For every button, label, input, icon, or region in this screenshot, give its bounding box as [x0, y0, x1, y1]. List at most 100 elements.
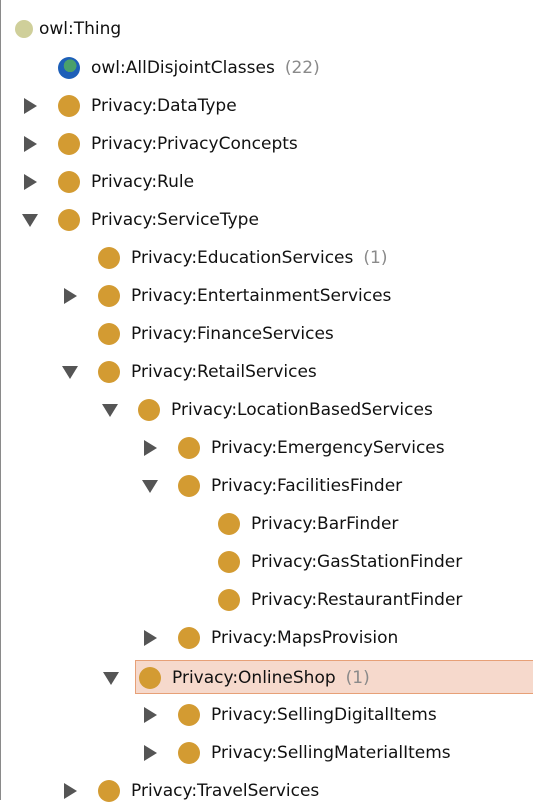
class-name: Privacy:MapsProvision	[211, 628, 399, 648]
expand-triangle-icon[interactable]	[144, 707, 157, 723]
class-name: Privacy:SellingMaterialItems	[211, 743, 451, 763]
class-name: Privacy:RetailServices	[131, 362, 317, 382]
expand-triangle-icon[interactable]	[24, 136, 37, 152]
collapse-triangle-icon[interactable]	[62, 366, 78, 379]
tree-node-privacy-emergencyservices[interactable]: Privacy:EmergencyServices	[1, 431, 533, 465]
tree-node-label: Privacy:EducationServices (1)	[131, 248, 387, 268]
tree-node-privacy-restaurantfinder[interactable]: Privacy:RestaurantFinder	[1, 583, 533, 617]
tree-node-label: Privacy:GasStationFinder	[251, 552, 462, 572]
class-circle-icon	[58, 95, 80, 117]
instance-count: (1)	[363, 248, 388, 268]
tree-node-privacy-sellingmaterialitems[interactable]: Privacy:SellingMaterialItems	[1, 736, 533, 770]
class-name: Privacy:DataType	[91, 96, 237, 116]
tree-node-label: Privacy:SellingMaterialItems	[211, 743, 451, 763]
tree-node-privacy-rule[interactable]: Privacy:Rule	[1, 165, 533, 199]
class-name: Privacy:TravelServices	[131, 781, 320, 801]
class-circle-icon	[98, 361, 120, 383]
tree-node-label: Privacy:FacilitiesFinder	[211, 476, 402, 496]
class-name: Privacy:ServiceType	[91, 210, 259, 230]
class-name: Privacy:BarFinder	[251, 514, 399, 534]
expand-triangle-icon[interactable]	[64, 288, 77, 304]
collapse-triangle-icon[interactable]	[102, 404, 118, 417]
tree-node-privacy-educationservices[interactable]: Privacy:EducationServices (1)	[1, 241, 533, 275]
class-name: Privacy:EntertainmentServices	[131, 286, 392, 306]
class-name: Privacy:OnlineShop	[172, 668, 336, 688]
tree-node-privacy-retailservices[interactable]: Privacy:RetailServices	[1, 355, 533, 389]
tree-node-label: Privacy:BarFinder	[251, 514, 398, 534]
class-name: Privacy:SellingDigitalItems	[211, 705, 437, 725]
class-circle-icon	[58, 171, 80, 193]
tree-node-label: Privacy:RestaurantFinder	[251, 590, 462, 610]
globe-icon	[58, 57, 80, 79]
class-name: Privacy:FinanceServices	[131, 324, 334, 344]
class-hierarchy-tree: owl:Thing owl:AllDisjointClasses (22) Priva…	[0, 0, 533, 802]
tree-node-privacy-gasstationfinder[interactable]: Privacy:GasStationFinder	[1, 545, 533, 579]
class-circle-icon	[98, 285, 120, 307]
tree-node-label: Privacy:LocationBasedServices	[171, 400, 433, 420]
class-circle-icon	[15, 20, 33, 38]
tree-node-owl-alldisjointclasses[interactable]: owl:AllDisjointClasses (22)	[1, 51, 533, 85]
class-circle-icon	[98, 780, 120, 802]
expand-triangle-icon[interactable]	[144, 440, 157, 456]
class-circle-icon	[58, 209, 80, 231]
class-circle-icon	[178, 742, 200, 764]
tree-node-label: Privacy:EntertainmentServices	[131, 286, 391, 306]
class-name: Privacy:PrivacyConcepts	[91, 134, 298, 154]
tree-node-privacy-sellingdigitalitems[interactable]: Privacy:SellingDigitalItems	[1, 698, 533, 732]
tree-node-privacy-entertainmentservices[interactable]: Privacy:EntertainmentServices	[1, 279, 533, 313]
class-name: Privacy:EmergencyServices	[211, 438, 445, 458]
instance-count: (1)	[345, 668, 370, 688]
collapse-triangle-icon[interactable]	[142, 480, 158, 493]
class-circle-icon	[98, 323, 120, 345]
tree-node-privacy-barfinder[interactable]: Privacy:BarFinder	[1, 507, 533, 541]
tree-node-label: Privacy:ServiceType	[91, 210, 259, 230]
class-name: owl:Thing	[39, 19, 122, 39]
tree-node-label: Privacy:RetailServices	[131, 362, 317, 382]
class-circle-icon	[178, 704, 200, 726]
tree-node-privacy-mapsprovision[interactable]: Privacy:MapsProvision	[1, 621, 533, 655]
class-name: Privacy:Rule	[91, 172, 195, 192]
expand-triangle-icon[interactable]	[24, 174, 37, 190]
tree-node-privacy-servicetype[interactable]: Privacy:ServiceType	[1, 203, 533, 237]
tree-node-label: Privacy:EmergencyServices	[211, 438, 445, 458]
tree-node-label: Privacy:TravelServices	[131, 781, 319, 801]
expand-triangle-icon[interactable]	[64, 783, 77, 799]
tree-node-privacy-financeservices[interactable]: Privacy:FinanceServices	[1, 317, 533, 351]
class-circle-icon	[98, 247, 120, 269]
tree-node-privacy-locationbasedservices[interactable]: Privacy:LocationBasedServices	[1, 393, 533, 427]
class-circle-icon	[178, 475, 200, 497]
instance-count: (22)	[284, 58, 320, 78]
expand-triangle-icon[interactable]	[24, 98, 37, 114]
collapse-triangle-icon[interactable]	[22, 214, 38, 227]
class-circle-icon	[218, 513, 240, 535]
class-circle-icon	[178, 437, 200, 459]
tree-node-privacy-onlineshop[interactable]: Privacy:OnlineShop (1)	[103, 660, 533, 694]
class-circle-icon	[58, 133, 80, 155]
class-name: Privacy:RestaurantFinder	[251, 590, 463, 610]
class-circle-icon	[178, 627, 200, 649]
tree-node-label: Privacy:MapsProvision	[211, 628, 398, 648]
expand-triangle-icon[interactable]	[144, 745, 157, 761]
tree-node-privacy-travelservices[interactable]: Privacy:TravelServices	[1, 774, 533, 808]
collapse-triangle-icon[interactable]	[103, 672, 119, 685]
tree-node-label: Privacy:Rule	[91, 172, 194, 192]
class-name: Privacy:FacilitiesFinder	[211, 476, 403, 496]
tree-node-label: Privacy:DataType	[91, 96, 237, 116]
class-circle-icon	[138, 399, 160, 421]
class-name: Privacy:GasStationFinder	[251, 552, 463, 572]
class-circle-icon	[218, 589, 240, 611]
expand-triangle-icon[interactable]	[144, 630, 157, 646]
tree-node-privacy-datatype[interactable]: Privacy:DataType	[1, 89, 533, 123]
tree-node-label: owl:AllDisjointClasses (22)	[91, 58, 320, 78]
tree-node-label: Privacy:OnlineShop (1)	[172, 668, 370, 688]
tree-node-privacy-privacyconcepts[interactable]: Privacy:PrivacyConcepts	[1, 127, 533, 161]
class-name: Privacy:EducationServices	[131, 248, 354, 268]
tree-node-privacy-facilitiesfinder[interactable]: Privacy:FacilitiesFinder	[1, 469, 533, 503]
tree-node-owl-thing[interactable]: owl:Thing	[1, 12, 533, 46]
tree-node-label: owl:Thing	[39, 19, 121, 39]
tree-node-label: Privacy:SellingDigitalItems	[211, 705, 437, 725]
tree-node-label: Privacy:PrivacyConcepts	[91, 134, 298, 154]
class-name: owl:AllDisjointClasses	[91, 58, 275, 78]
tree-node-label: Privacy:FinanceServices	[131, 324, 334, 344]
class-name: Privacy:LocationBasedServices	[171, 400, 433, 420]
